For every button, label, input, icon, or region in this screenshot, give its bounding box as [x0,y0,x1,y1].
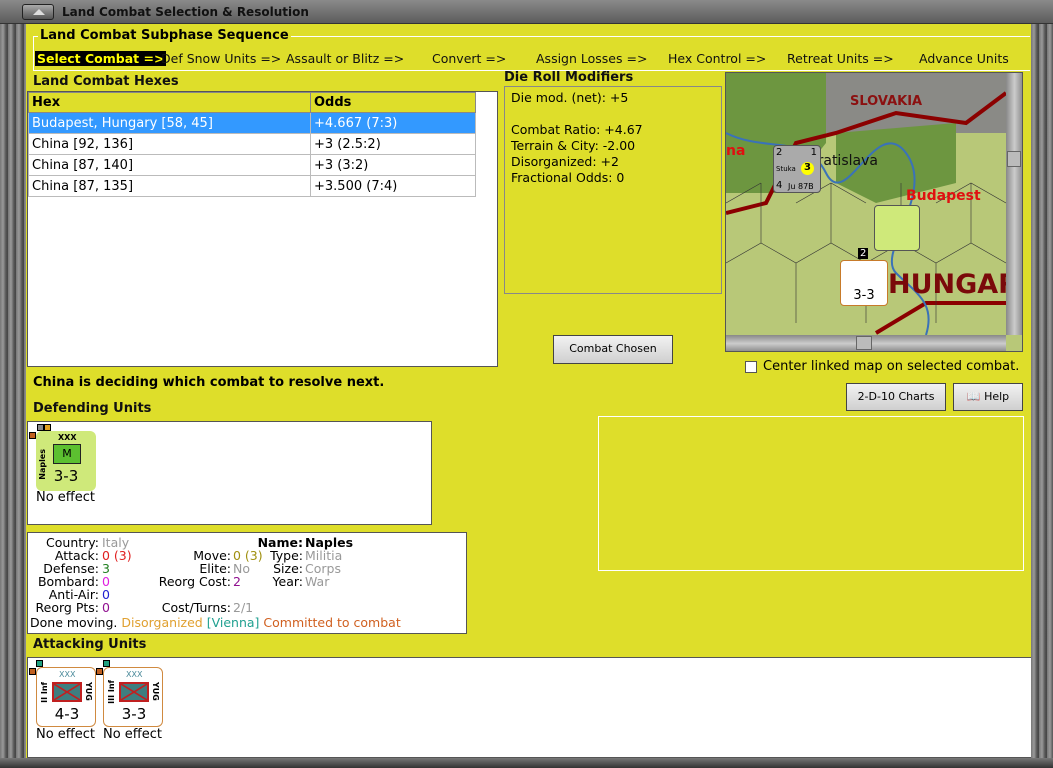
col-hex[interactable]: Hex [28,92,311,113]
modifiers-title: Die Roll Modifiers [504,70,634,85]
table-row[interactable]: Budapest, Hungary [58, 45] +4.667 (7:3) [28,112,476,134]
seq-step-select-combat: Select Combat => [35,51,167,66]
status-dot [103,660,110,667]
mod-net: Die mod. (net): +5 [511,90,629,105]
map-unit-naples[interactable] [874,205,920,251]
unit-strength: 3-3 [53,467,79,485]
right-frame [1031,24,1053,768]
center-map-label: Center linked map on selected combat. [763,359,1020,374]
defending-title: Defending Units [33,401,152,416]
unit-counter-naples[interactable]: Naples XXX M 3-3 [36,431,96,491]
mod-terrain: Terrain & City: -2.00 [511,138,636,153]
linked-map[interactable]: SLOVAKIA Bratislava Budapest HUNGAR na 2… [725,72,1023,352]
table-row[interactable]: China [87, 135] +3.500 (7:4) [28,175,476,197]
infantry-symbol-icon [52,682,82,702]
status-dot [44,424,51,431]
unit-size: XXX [59,670,76,679]
unit-nation: YUG [151,682,160,701]
attacking-title: Attacking Units [33,637,147,652]
table-row[interactable]: China [92, 136] +3 (2.5:2) [28,133,476,155]
stuka-range: 4 [776,180,783,191]
unit-size: XXX [126,670,143,679]
collapse-button[interactable] [22,4,54,20]
map-label-hungary: HUNGAR [888,269,1019,300]
map-label-vienna: na [726,143,746,159]
stuka-badge: 3 [801,162,814,175]
stuka-air-defense: 1 [810,147,817,158]
map-label-budapest: Budapest [906,188,981,204]
stuka-model: Ju 87B [788,182,814,191]
unit-strength: 3-3 [121,705,147,723]
seq-step-assault: Assault or Blitz => [286,51,405,66]
left-frame [0,24,26,768]
unit-info-panel: Country: Attack: Defense: Bombard: Anti-Air:… [27,532,467,634]
hexes-title: Land Combat Hexes [33,74,179,89]
map-unit-stuka[interactable]: 2 1 Stuka 3 4 Ju 87B [773,145,821,193]
unit-result: No effect [103,727,163,742]
info-labels-col1: Country: Attack: Defense: Bombard: Anti-Air:… [35,535,99,615]
info-labels-col2: xMove:Elite:Reorg Cost: Cost/Turns: [158,548,231,615]
unit-nation: YUG [84,682,93,701]
result-panel [598,416,1024,571]
seq-step-convert: Convert => [432,51,507,66]
unit-counter-iii-inf[interactable]: III Inf YUG XXX 3-3 [103,667,163,727]
status-dot [36,660,43,667]
seq-step-hex-control: Hex Control => [668,51,767,66]
mod-disorganized: Disorganized: +2 [511,154,619,169]
unit-name: II Inf [40,682,49,703]
sequence-title: Land Combat Subphase Sequence [38,28,291,43]
window-title: Land Combat Selection & Resolution [62,5,309,19]
table-row[interactable]: China [87, 140] +3 (3:2) [28,154,476,176]
center-map-checkbox[interactable] [745,361,757,373]
mod-ratio: Combat Ratio: +4.67 [511,122,643,137]
infantry-symbol-icon [119,682,149,702]
title-bar: Land Combat Selection & Resolution [0,0,1053,24]
status-dot [37,424,44,431]
seq-step-assign-losses: Assign Losses => [536,51,648,66]
seq-step-advance: Advance Units [919,51,1009,66]
unit-type-militia: M [53,444,81,464]
stuka-air-attack: 2 [776,147,783,158]
status-dot [29,432,36,439]
map-unit-yug[interactable]: 3-3 [840,260,888,306]
charts-button[interactable]: 2-D-10 Charts [846,383,946,411]
unit-strength: 4-3 [54,705,80,723]
map-stack-count: 2 [858,248,869,259]
unit-name: III Inf [107,680,116,704]
seq-step-def-snow: Def Snow Units => [161,51,282,66]
unit-counter-ii-inf[interactable]: II Inf YUG XXX 4-3 [36,667,96,727]
map-hscroll-thumb[interactable] [856,336,872,350]
defending-units-panel: Naples XXX M 3-3 No effect [27,421,432,525]
map-hscrollbar[interactable] [726,335,1006,351]
info-status-line: Done moving. Disorganized [Vienna] Commi… [30,615,401,630]
attacking-units-panel: II Inf YUG XXX 4-3 No effect III Inf YUG… [27,657,1031,758]
info-labels-col3: Name: Type: Size: Year: [257,535,303,589]
info-values-col3: Naples Militia Corps War [305,535,354,589]
info-values-col1: Italy 0 (3) 3 0 0 0 [102,535,132,615]
hexes-table-panel: Hex Odds Budapest, Hungary [58, 45] +4.667… [27,91,498,367]
combat-chosen-button[interactable]: Combat Chosen [553,335,673,364]
unit-result: No effect [36,490,96,505]
col-odds[interactable]: Odds [310,92,476,113]
book-icon: 📖 [966,390,985,403]
unit-result: No effect [36,727,96,742]
bottom-frame [0,758,1053,768]
status-text: China is deciding which combat to resolv… [33,375,385,390]
map-vscrollbar[interactable] [1006,73,1022,335]
help-button[interactable]: 📖 Help [953,383,1023,411]
seq-step-retreat: Retreat Units => [787,51,894,66]
unit-size: XXX [58,433,77,442]
stuka-name: Stuka [776,165,796,173]
status-dot [96,668,103,675]
map-label-slovakia: SLOVAKIA [850,94,923,109]
status-dot [29,668,36,675]
map-vscroll-thumb[interactable] [1007,151,1021,167]
mod-fractional: Fractional Odds: 0 [511,170,625,185]
help-label: Help [984,390,1010,403]
modifiers-panel: Die mod. (net): +5 Combat Ratio: +4.67 T… [504,86,722,294]
